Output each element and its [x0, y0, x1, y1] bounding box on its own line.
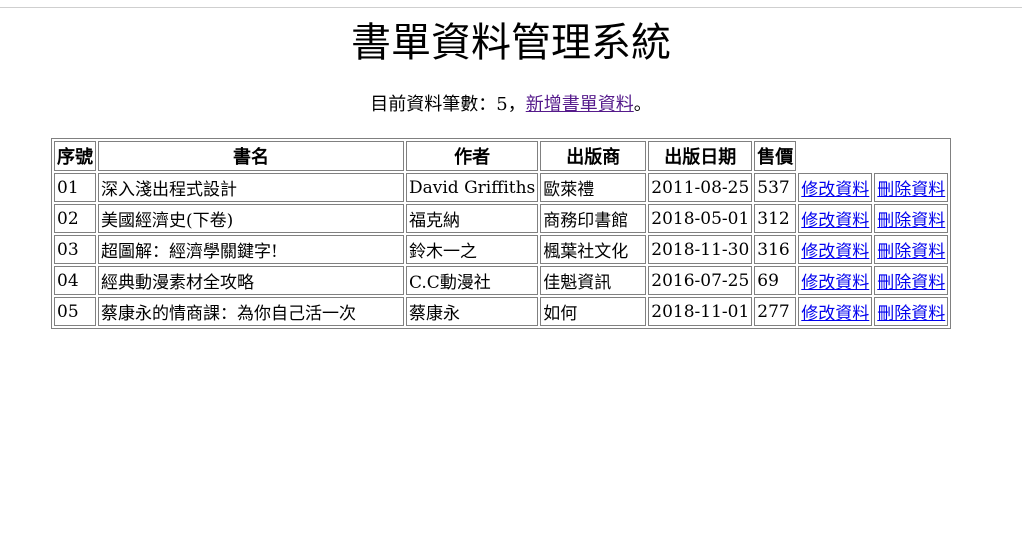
cell-date: 2011-08-25	[648, 173, 753, 202]
cell-edit: 修改資料	[798, 266, 873, 295]
table-header-row: 序號 書名 作者 出版商 出版日期 售價	[54, 141, 948, 171]
cell-author: 鈴木一之	[406, 235, 539, 264]
delete-link[interactable]: 刪除資料	[877, 242, 945, 262]
cell-date: 2018-05-01	[648, 204, 753, 233]
page-title: 書單資料管理系統	[351, 20, 671, 66]
cell-id: 03	[54, 235, 96, 264]
cell-title: 經典動漫素材全攻略	[98, 266, 404, 295]
cell-title: 美國經濟史(下卷)	[98, 204, 404, 233]
cell-edit: 修改資料	[798, 204, 873, 233]
book-table: 序號 書名 作者 出版商 出版日期 售價 01 深入淺出程式設計 David G…	[51, 138, 952, 329]
table-row: 02 美國經濟史(下卷) 福克納 商務印書館 2018-05-01 312 修改…	[54, 204, 949, 233]
cell-edit: 修改資料	[798, 297, 873, 326]
cell-edit: 修改資料	[798, 235, 873, 264]
delete-link[interactable]: 刪除資料	[877, 211, 945, 231]
record-count: 5	[496, 94, 508, 115]
header-price: 售價	[754, 141, 797, 171]
edit-link[interactable]: 修改資料	[801, 180, 869, 200]
header-author: 作者	[406, 141, 539, 171]
cell-author: David Griffiths	[406, 173, 539, 202]
header-id: 序號	[54, 141, 96, 171]
cell-id: 02	[54, 204, 96, 233]
table-row: 03 超圖解：經濟學關鍵字! 鈴木一之 楓葉社文化 2018-11-30 316…	[54, 235, 949, 264]
cell-publisher: 佳魁資訊	[540, 266, 647, 295]
cell-title: 蔡康永的情商課：為你自己活一次	[98, 297, 404, 326]
cell-price: 312	[754, 204, 797, 233]
edit-link[interactable]: 修改資料	[801, 211, 869, 231]
summary-suffix: 。	[633, 94, 652, 115]
cell-price: 537	[754, 173, 797, 202]
cell-publisher: 歐萊禮	[540, 173, 647, 202]
summary-separator: ，	[507, 94, 526, 115]
header-publisher: 出版商	[540, 141, 647, 171]
add-book-link[interactable]: 新增書單資料	[526, 94, 634, 115]
delete-link[interactable]: 刪除資料	[877, 304, 945, 324]
cell-title: 深入淺出程式設計	[98, 173, 404, 202]
cell-delete: 刪除資料	[874, 266, 949, 295]
edit-link[interactable]: 修改資料	[801, 242, 869, 262]
summary-prefix: 目前資料筆數：	[370, 94, 497, 115]
header-title: 書名	[98, 141, 404, 171]
record-summary: 目前資料筆數：5，新增書單資料。	[0, 92, 1022, 118]
cell-delete: 刪除資料	[874, 297, 949, 326]
cell-publisher: 楓葉社文化	[540, 235, 647, 264]
table-row: 04 經典動漫素材全攻略 C.C動漫社 佳魁資訊 2016-07-25 69 修…	[54, 266, 949, 295]
header-action-blank	[874, 141, 948, 171]
cell-date: 2018-11-01	[648, 297, 753, 326]
table-row: 05 蔡康永的情商課：為你自己活一次 蔡康永 如何 2018-11-01 277…	[54, 297, 949, 326]
edit-link[interactable]: 修改資料	[801, 273, 869, 293]
cell-title: 超圖解：經濟學關鍵字!	[98, 235, 404, 264]
cell-date: 2018-11-30	[648, 235, 753, 264]
delete-link[interactable]: 刪除資料	[877, 180, 945, 200]
cell-price: 316	[754, 235, 797, 264]
cell-author: 福克納	[406, 204, 539, 233]
cell-delete: 刪除資料	[874, 204, 949, 233]
cell-delete: 刪除資料	[874, 173, 949, 202]
edit-link[interactable]: 修改資料	[801, 304, 869, 324]
delete-link[interactable]: 刪除資料	[877, 273, 945, 293]
cell-publisher: 商務印書館	[540, 204, 647, 233]
cell-price: 277	[754, 297, 797, 326]
cell-author: 蔡康永	[406, 297, 539, 326]
cell-price: 69	[754, 266, 797, 295]
cell-id: 05	[54, 297, 96, 326]
top-divider	[0, 7, 1022, 8]
cell-id: 04	[54, 266, 96, 295]
cell-publisher: 如何	[540, 297, 647, 326]
cell-date: 2016-07-25	[648, 266, 753, 295]
cell-edit: 修改資料	[798, 173, 873, 202]
cell-delete: 刪除資料	[874, 235, 949, 264]
table-row: 01 深入淺出程式設計 David Griffiths 歐萊禮 2011-08-…	[54, 173, 949, 202]
cell-author: C.C動漫社	[406, 266, 539, 295]
header-date: 出版日期	[648, 141, 753, 171]
header-action-blank	[798, 141, 872, 171]
cell-id: 01	[54, 173, 96, 202]
